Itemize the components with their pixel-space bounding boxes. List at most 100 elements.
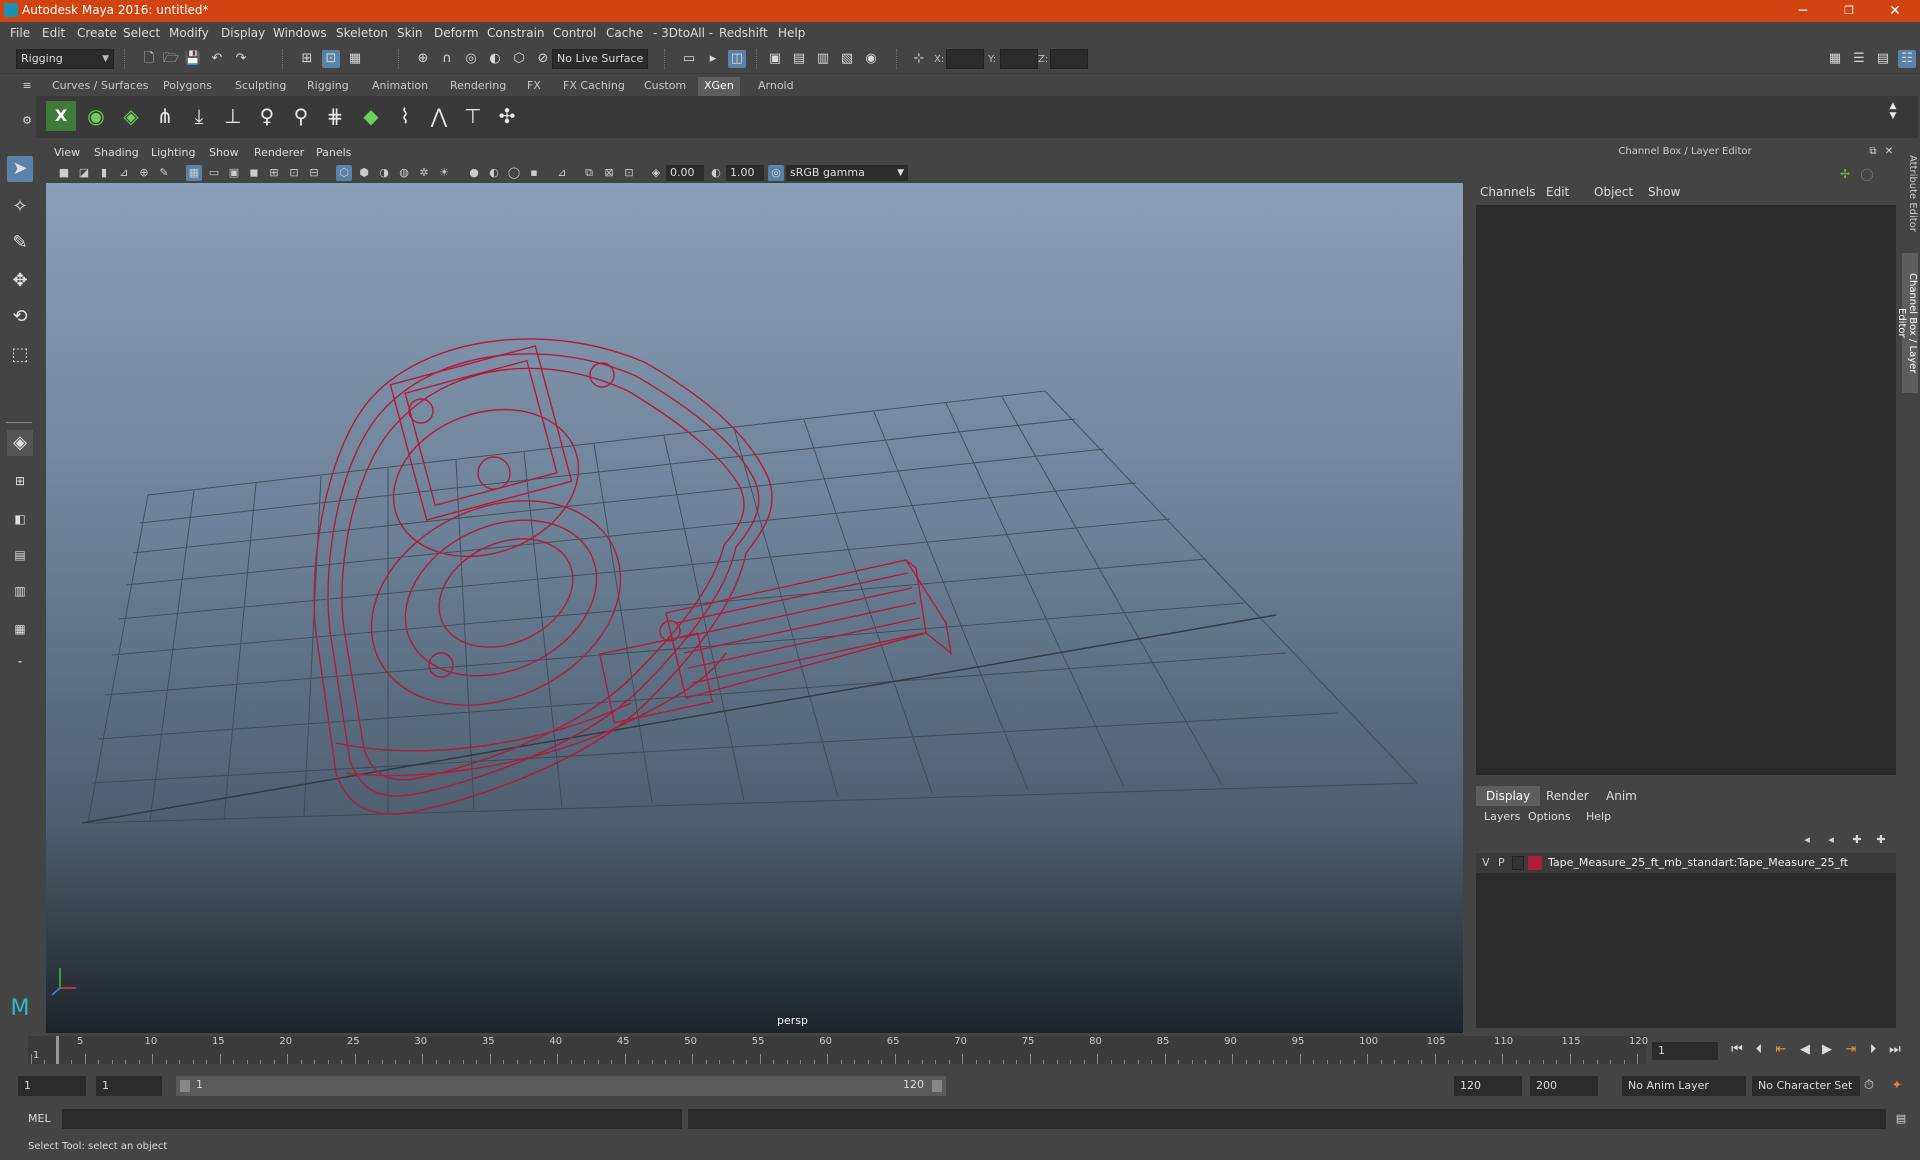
xgen-attract-guide-icon[interactable]: ⋀ — [424, 101, 454, 131]
screen-space-ao-icon[interactable]: ● — [466, 165, 482, 181]
snap-point-icon[interactable]: ◎ — [462, 50, 480, 68]
depth-of-field-icon[interactable]: ▪ — [526, 165, 542, 181]
textured-icon[interactable]: ◍ — [396, 165, 412, 181]
paint-select-tool-icon[interactable]: ✎ — [7, 230, 33, 256]
input-ops-icon[interactable]: ▭ — [680, 50, 698, 68]
gate-mask-icon[interactable]: ◼ — [246, 165, 262, 181]
viewport-menu-renderer[interactable]: Renderer — [254, 146, 304, 159]
construction-history-icon[interactable]: ◫ — [728, 50, 746, 68]
move-layer-up-icon[interactable]: ◂ — [1798, 831, 1816, 849]
layer-playback-toggle[interactable]: P — [1498, 856, 1505, 869]
current-frame-marker[interactable] — [56, 1036, 59, 1064]
help-menu[interactable]: Help — [1586, 810, 1611, 823]
view-transform-dropdown[interactable]: sRGB gamma ▼ — [786, 165, 908, 181]
menu-redshift[interactable]: Redshift — [719, 26, 768, 40]
animation-end-field[interactable]: 200 — [1530, 1076, 1598, 1096]
menu-control[interactable]: Control — [553, 26, 596, 40]
shelf-tab-fx[interactable]: FX — [521, 77, 547, 96]
undo-icon[interactable]: ↶ — [208, 50, 226, 68]
shelf-menu-icon[interactable]: ≡ — [18, 77, 36, 95]
layer-name[interactable]: Tape_Measure_25_ft_mb_standart:Tape_Meas… — [1548, 856, 1848, 869]
step-back-key-icon[interactable]: ⇤ — [1772, 1041, 1790, 1059]
color-management-icon[interactable]: ◎ — [768, 165, 784, 181]
select-tool-icon[interactable]: ➤ — [7, 156, 33, 182]
shelf-tab-fx-caching[interactable]: FX Caching — [557, 77, 631, 96]
use-all-lights-icon[interactable]: ✲ — [416, 165, 432, 181]
time-slider-track[interactable]: 1 5 10 15 20 25 30 35 40 45 50 55 60 65 70 75 80 85 90 95 10… — [28, 1036, 1648, 1064]
shelf-tab-sculpting[interactable]: Sculpting — [229, 77, 292, 96]
show-menu[interactable]: Show — [1648, 185, 1680, 199]
command-language-label[interactable]: MEL — [28, 1112, 51, 1125]
manipulator-icon[interactable]: ✢ — [1836, 165, 1854, 183]
layer-color-swatch[interactable] — [1528, 856, 1542, 870]
move-tool-icon[interactable]: ✥ — [7, 268, 33, 294]
scale-tool-icon[interactable]: ⬚ — [7, 342, 33, 368]
menu-deform[interactable]: Deform — [434, 26, 479, 40]
snap-curve-icon[interactable]: ∩ — [438, 50, 456, 68]
shelf-settings-icon[interactable]: ⚙ — [18, 112, 36, 130]
play-forwards-icon[interactable]: ▶ — [1818, 1041, 1836, 1059]
bookmark-icon[interactable]: ▮ — [96, 165, 112, 181]
menuset-dropdown[interactable]: Rigging ▼ — [16, 49, 114, 69]
viewport-menu-show[interactable]: Show — [209, 146, 239, 159]
viewport-menu-panels[interactable]: Panels — [316, 146, 351, 159]
command-input[interactable] — [62, 1109, 682, 1129]
edit-menu[interactable]: Edit — [1546, 185, 1569, 199]
menu-select[interactable]: Select — [123, 26, 160, 40]
image-plane-icon[interactable]: ⊿ — [116, 165, 132, 181]
move-layer-down-icon[interactable]: ◂ — [1822, 831, 1840, 849]
render-frame-icon[interactable]: ▤ — [790, 50, 808, 68]
playback-start-field[interactable]: 1 — [96, 1076, 162, 1096]
go-to-start-icon[interactable]: ⏮ — [1728, 1041, 1746, 1059]
menu-create[interactable]: Create — [77, 26, 117, 40]
xray-joints-icon[interactable]: ⊠ — [601, 165, 617, 181]
xgen-bend-guide-icon[interactable]: ⌇ — [390, 101, 420, 131]
gamma-field[interactable]: 1.00 — [726, 165, 764, 181]
snap-grid-icon[interactable]: ⊕ — [414, 50, 432, 68]
play-backwards-icon[interactable]: ◀ — [1796, 1041, 1814, 1059]
xgen-editor-icon[interactable]: X — [46, 101, 76, 131]
menu-cache[interactable]: Cache — [606, 26, 643, 40]
z-field[interactable] — [1050, 49, 1088, 69]
select-component-icon[interactable]: ▦ — [346, 50, 364, 68]
restore-button[interactable]: ❐ — [1826, 0, 1872, 22]
anim-layer-dropdown[interactable]: No Anim Layer▼ — [1622, 1076, 1760, 1096]
xgen-preview-icon[interactable]: ◉ — [81, 101, 111, 131]
layer-tab-anim[interactable]: Anim — [1596, 786, 1647, 806]
close-button[interactable]: ✕ — [1872, 0, 1918, 22]
playback-end-field[interactable]: 120 — [1454, 1076, 1522, 1096]
xgen-grooming-icon[interactable]: ⋔ — [150, 101, 180, 131]
xgen-create-description-icon[interactable]: ◈ — [116, 101, 146, 131]
range-slider-bar[interactable]: 1 120 — [176, 1076, 946, 1096]
select-hierarchy-icon[interactable]: ⊞ — [298, 50, 316, 68]
perspective-outliner-layout-icon[interactable]: ◧ — [7, 506, 33, 532]
exposure-icon[interactable]: ◈ — [648, 165, 664, 181]
resolution-gate-icon[interactable]: ▣ — [226, 165, 242, 181]
menu-modify[interactable]: Modify — [169, 26, 209, 40]
channels-menu[interactable]: Channels — [1480, 185, 1536, 199]
animation-preferences-icon[interactable]: ✦ — [1888, 1077, 1906, 1095]
xgen-sculpt-guide-icon[interactable]: ♀ — [252, 101, 282, 131]
side-tab-channel-box[interactable]: Channel Box / Layer Editor — [1896, 253, 1918, 393]
close-panel-icon[interactable]: ✕ — [1882, 143, 1896, 157]
layer-tab-render[interactable]: Render — [1536, 786, 1599, 806]
hypershade-icon[interactable]: ◉ — [862, 50, 880, 68]
xgen-scale-guide-icon[interactable]: ✣ — [492, 101, 522, 131]
toggle-icon[interactable]: ◯ — [1858, 165, 1876, 183]
snap-surface-icon[interactable]: ⬡ — [510, 50, 528, 68]
xray-components-icon[interactable]: ⊡ — [621, 165, 637, 181]
rotate-tool-icon[interactable]: ⟲ — [7, 304, 33, 330]
select-object-icon[interactable]: ⊡ — [322, 50, 340, 68]
live-surface-icon[interactable]: ⊘ — [534, 50, 552, 68]
shelf-tab-custom[interactable]: Custom — [638, 77, 692, 96]
xgen-layers-icon[interactable]: ◆ — [356, 101, 386, 131]
field-chart-icon[interactable]: ⊞ — [266, 165, 282, 181]
lasso-tool-icon[interactable]: ✧ — [7, 194, 33, 220]
persp-hypershade-layout-icon[interactable]: ▥ — [7, 578, 33, 604]
menu-windows[interactable]: Windows — [273, 26, 327, 40]
motion-blur-icon[interactable]: ◐ — [486, 165, 502, 181]
y-field[interactable] — [1000, 49, 1038, 69]
wireframe-on-shaded-icon[interactable]: ◑ — [376, 165, 392, 181]
shadows-icon[interactable]: ☀ — [436, 165, 452, 181]
open-scene-icon[interactable]: 🗁 — [162, 50, 180, 68]
